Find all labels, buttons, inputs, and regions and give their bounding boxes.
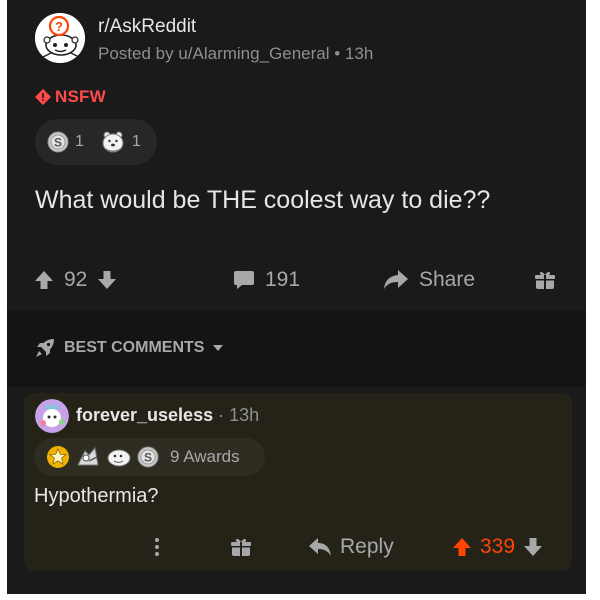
post-awards[interactable]: S 1 1 bbox=[35, 119, 157, 165]
subreddit-avatar[interactable]: ? bbox=[35, 13, 85, 63]
award-count: 1 bbox=[75, 133, 84, 150]
gift-icon bbox=[535, 271, 555, 289]
comments-count: 191 bbox=[265, 268, 301, 291]
comment-give-award-button[interactable] bbox=[230, 529, 252, 565]
nsfw-tag: NSFW bbox=[35, 87, 106, 107]
subreddit-name[interactable]: r/AskReddit bbox=[98, 16, 196, 38]
awards-count-label: 9 Awards bbox=[170, 447, 240, 466]
seal-award-icon bbox=[107, 449, 131, 467]
downvote-icon[interactable] bbox=[97, 270, 117, 290]
nsfw-label: NSFW bbox=[55, 87, 106, 106]
rocket-icon bbox=[36, 339, 54, 357]
chevron-down-icon bbox=[213, 345, 224, 351]
reddit-app: ? r/AskReddit Posted by u/Alarming_Gener… bbox=[7, 0, 586, 594]
more-vertical-icon bbox=[155, 538, 159, 556]
bear-hug-icon bbox=[102, 131, 124, 153]
reply-arrow-icon bbox=[309, 538, 331, 556]
comment-card: forever_useless · 13h S 9 Awards Hypothe… bbox=[24, 393, 572, 571]
comment-awards[interactable]: S 9 Awards bbox=[34, 438, 265, 476]
sort-dropdown[interactable]: BEST COMMENTS bbox=[34, 337, 224, 359]
share-arrow-icon bbox=[384, 270, 408, 289]
comment-action-bar: Reply 339 bbox=[24, 529, 572, 565]
award-count: 1 bbox=[131, 133, 141, 150]
wholesome-award-icon bbox=[77, 446, 99, 466]
post-vote-group: 92 bbox=[34, 260, 117, 300]
user-avatar-icon bbox=[35, 399, 69, 433]
svg-text:S: S bbox=[54, 136, 62, 150]
gold-star-icon bbox=[47, 446, 69, 468]
silver-coin-icon: S bbox=[47, 131, 69, 153]
more-options-button[interactable] bbox=[154, 529, 160, 565]
comment-body: Hypothermia? bbox=[34, 485, 159, 507]
post-action-bar: 92 191 Share bbox=[7, 260, 586, 300]
comments-button[interactable]: 191 bbox=[233, 260, 300, 300]
share-label: Share bbox=[419, 268, 476, 291]
reply-label: Reply bbox=[340, 535, 394, 558]
sort-label: BEST COMMENTS bbox=[64, 339, 205, 356]
comment-sort-bar: BEST COMMENTS bbox=[7, 311, 586, 387]
avatar[interactable] bbox=[35, 399, 69, 433]
comment-score: 339 bbox=[480, 535, 516, 558]
give-award-button[interactable] bbox=[534, 260, 556, 300]
svg-text:?: ? bbox=[55, 19, 63, 34]
comment-username[interactable]: forever_useless bbox=[76, 405, 213, 426]
comment-header: forever_useless · 13h bbox=[76, 405, 259, 426]
upvote-icon[interactable] bbox=[34, 270, 54, 290]
nsfw-diamond-icon bbox=[35, 89, 51, 105]
comment-time: · 13h bbox=[218, 405, 260, 425]
post-meta: Posted by u/Alarming_General • 13h bbox=[98, 44, 374, 63]
post-card: ? r/AskReddit Posted by u/Alarming_Gener… bbox=[7, 0, 586, 311]
comment-vote-group: 339 bbox=[452, 529, 543, 565]
upvote-active-icon[interactable] bbox=[452, 537, 472, 557]
silver-coin-icon: S bbox=[137, 446, 159, 468]
share-button[interactable]: Share bbox=[383, 260, 475, 300]
post-title: What would be THE coolest way to die?? bbox=[35, 186, 491, 214]
askreddit-logo-icon: ? bbox=[35, 13, 85, 63]
post-score: 92 bbox=[64, 268, 88, 291]
svg-text:S: S bbox=[144, 451, 152, 465]
reply-button[interactable]: Reply bbox=[308, 529, 394, 565]
gift-icon bbox=[231, 538, 251, 556]
downvote-icon[interactable] bbox=[523, 537, 543, 557]
comment-bubble-icon bbox=[234, 271, 254, 289]
